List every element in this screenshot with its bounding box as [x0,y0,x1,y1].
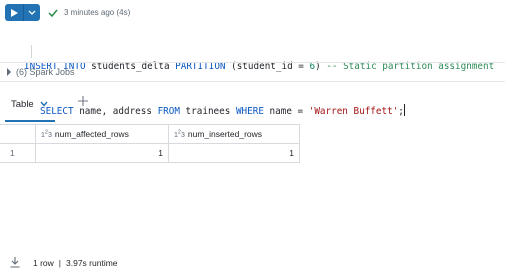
run-status-text: 3 minutes ago (4s) [64,8,131,17]
run-button-group [5,4,40,21]
column-header-num-inserted-rows[interactable]: 123 num_inserted_rows [168,124,300,144]
table-header-row: 123 num_affected_rows 123 num_inserted_row… [0,124,300,144]
tab-table[interactable]: Table [11,99,48,110]
notebook-cell: 3 minutes ago (4s) INSERT INTO students_… [0,0,505,274]
result-footer: 1 row | 3.97s runtime [10,257,118,268]
text-cursor [403,104,405,116]
table-cell[interactable]: 1 [168,143,300,163]
caret-right-icon [7,68,11,76]
integer-type-icon: 123 [174,129,185,139]
download-icon[interactable] [10,257,20,268]
column-header-label: num_inserted_rows [187,129,263,139]
run-cell-button[interactable] [5,4,23,21]
column-header-label: num_affected_rows [54,129,129,139]
keyword-where: WHERE [235,106,264,117]
spark-jobs-label: (6) Spark Jobs [16,67,75,77]
select-columns: name, address [73,106,158,117]
tab-table-label: Table [11,98,34,110]
divider [0,62,505,63]
play-icon [10,8,18,17]
row-index: 1 [0,143,36,163]
check-icon [47,7,59,19]
spark-jobs-toggle[interactable]: (6) Spark Jobs [6,67,75,77]
integer-type-icon: 123 [41,129,52,139]
where-condition: name = [263,106,309,117]
footer-separator: | [58,257,62,268]
table-cell[interactable]: 1 [35,143,169,163]
runtime-text: 3.97s runtime [66,257,118,268]
results-table: 123 num_affected_rows 123 num_inserted_row… [0,124,300,163]
divider [0,81,505,82]
cell-toolbar: 3 minutes ago (4s) [5,4,130,21]
keyword-from: FROM [157,106,180,117]
string-literal: 'Warren Buffett' [308,106,399,117]
column-header-num-affected-rows[interactable]: 123 num_affected_rows [35,124,169,144]
index-header [0,124,36,144]
chevron-down-icon[interactable] [40,101,48,107]
source-table: trainees [179,106,236,117]
chevron-down-icon [28,10,36,15]
active-tab-indicator [5,120,55,122]
plus-icon[interactable] [78,96,88,106]
code-line-2: SELECT name, address FROM trainees WHERE… [24,104,494,119]
result-tabs: Table [11,95,48,113]
row-count: 1 row [33,257,54,268]
run-options-button[interactable] [23,4,40,21]
table-row: 1 1 1 [0,143,300,163]
